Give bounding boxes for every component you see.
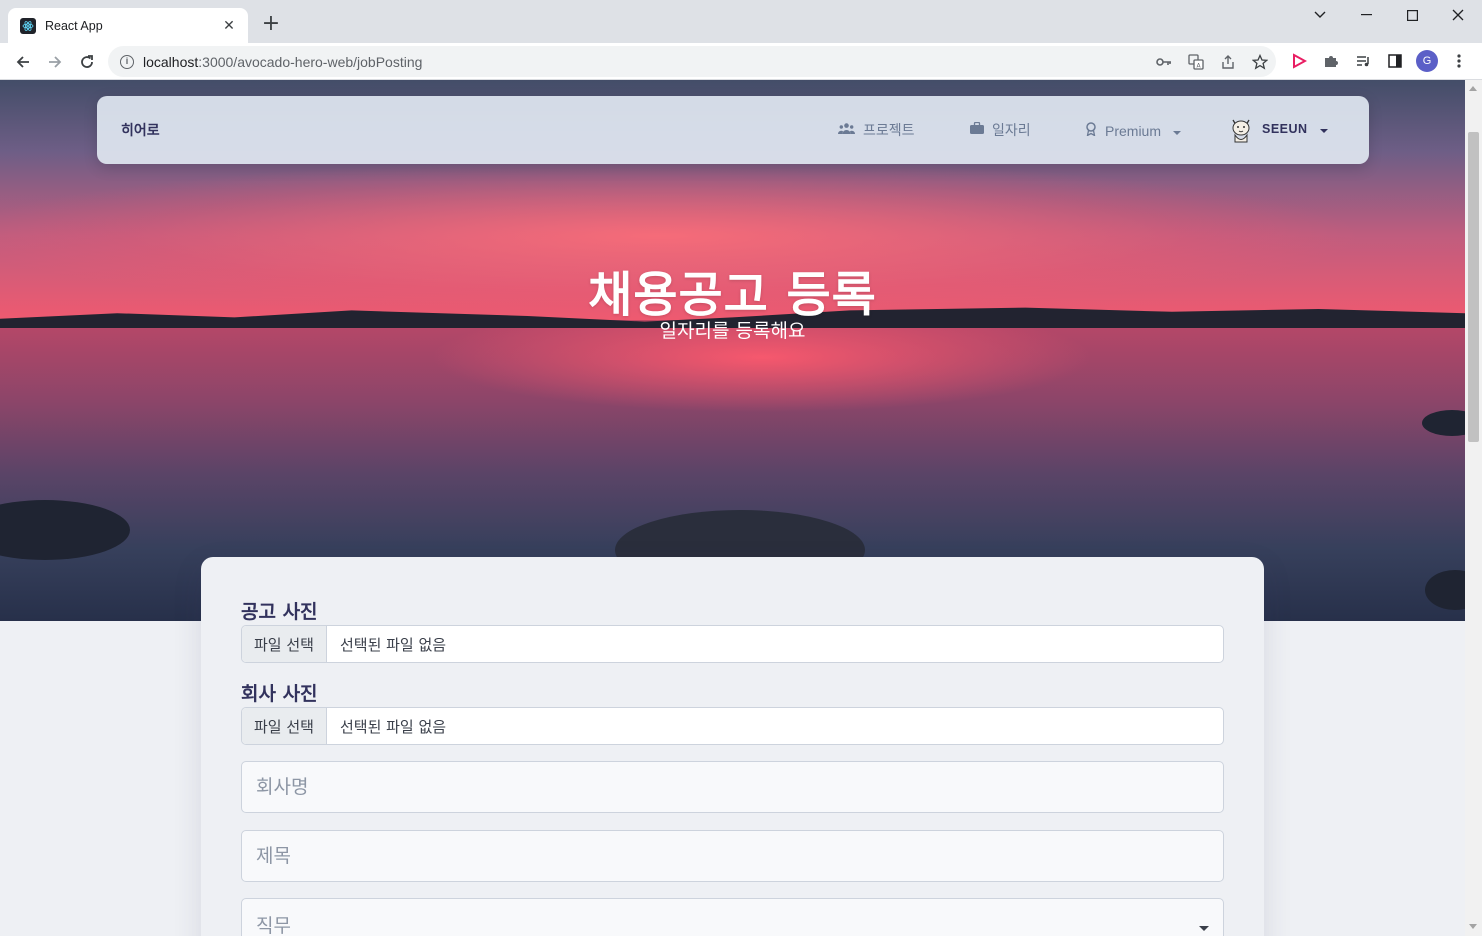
profile-avatar[interactable]: G [1414, 48, 1440, 74]
nav-item-projects[interactable]: 프로젝트 [838, 120, 915, 140]
play-extension-icon[interactable] [1286, 48, 1312, 74]
star-icon[interactable] [1250, 52, 1270, 72]
job-photo-file-button[interactable]: 파일 선택 [242, 626, 327, 662]
new-tab-button[interactable]: + [259, 13, 283, 37]
tab-title: React App [45, 18, 103, 33]
kebab-menu-icon[interactable] [1446, 48, 1472, 74]
role-select[interactable]: 직무 [241, 898, 1224, 936]
company-photo-file-status: 선택된 파일 없음 [339, 717, 447, 736]
avatar [1228, 114, 1254, 144]
nav-label-projects: 프로젝트 [863, 123, 915, 139]
minimize-icon[interactable] [1343, 0, 1389, 30]
address-bar[interactable]: i localhost:3000/avocado-hero-web/jobPos… [108, 46, 1276, 77]
nav-item-premium[interactable]: Premium [1085, 122, 1182, 140]
puzzle-icon[interactable] [1318, 48, 1344, 74]
scrollbar-thumb[interactable] [1468, 132, 1479, 442]
scroll-down-icon[interactable] [1469, 924, 1477, 929]
award-icon [1085, 122, 1097, 140]
role-select-placeholder: 직무 [256, 914, 291, 936]
page-scrollbar[interactable] [1465, 80, 1482, 936]
scroll-up-icon[interactable] [1469, 86, 1477, 91]
user-name: SEEUN [1262, 122, 1308, 136]
reload-icon[interactable] [73, 48, 101, 76]
key-icon[interactable] [1154, 52, 1174, 72]
tab-search-icon[interactable] [1297, 0, 1343, 30]
briefcase-icon [970, 121, 984, 138]
page-title: 채용공고 등록 [588, 267, 877, 323]
company-name-input[interactable] [241, 761, 1224, 813]
forward-icon[interactable] [41, 48, 69, 76]
top-navbar: 히어로 프로젝트 일자리 Premium SEEUN [97, 96, 1369, 164]
nav-item-jobs[interactable]: 일자리 [970, 120, 1031, 140]
url-text[interactable]: localhost:3000/avocado-hero-web/jobPosti… [143, 54, 422, 70]
title-input[interactable] [241, 830, 1224, 882]
site-info-icon[interactable]: i [120, 54, 134, 69]
translate-icon[interactable]: A [1186, 52, 1206, 72]
share-icon[interactable] [1218, 52, 1238, 72]
browser-tabbar: React App ✕ + [0, 0, 1482, 43]
brand-logo[interactable]: 히어로 [121, 120, 160, 140]
job-photo-file-input[interactable]: 파일 선택 선택된 파일 없음 [241, 625, 1224, 663]
tab-close-icon[interactable]: ✕ [220, 18, 238, 34]
company-photo-file-input[interactable]: 파일 선택 선택된 파일 없음 [241, 707, 1224, 745]
users-icon [838, 122, 855, 138]
company-photo-label: 회사 사진 [241, 683, 318, 705]
sidepanel-icon[interactable] [1382, 48, 1408, 74]
chevron-down-icon [1173, 130, 1182, 135]
maximize-icon[interactable] [1389, 0, 1435, 30]
job-posting-form: 공고 사진 파일 선택 선택된 파일 없음 회사 사진 파일 선택 선택된 파일… [201, 557, 1264, 936]
page-subtitle: 일자리를 등록해요 [659, 320, 806, 342]
chevron-down-icon [1319, 128, 1328, 133]
nav-label-jobs: 일자리 [992, 123, 1031, 139]
job-photo-label: 공고 사진 [241, 601, 318, 623]
page-viewport: 채용공고 등록 일자리를 등록해요 히어로 프로젝트 일자리 Premium S… [0, 80, 1465, 936]
chevron-down-icon [1199, 926, 1209, 931]
media-icon[interactable] [1350, 48, 1376, 74]
react-icon [20, 17, 36, 34]
job-photo-file-status: 선택된 파일 없음 [339, 635, 447, 654]
company-photo-file-button[interactable]: 파일 선택 [242, 708, 327, 744]
nav-label-premium: Premium [1105, 123, 1162, 139]
browser-toolbar: i localhost:3000/avocado-hero-web/jobPos… [0, 43, 1482, 80]
close-window-icon[interactable] [1435, 0, 1481, 30]
user-menu[interactable]: SEEUN [1228, 114, 1328, 144]
back-icon[interactable] [9, 48, 37, 76]
browser-tab[interactable]: React App ✕ [8, 8, 248, 43]
